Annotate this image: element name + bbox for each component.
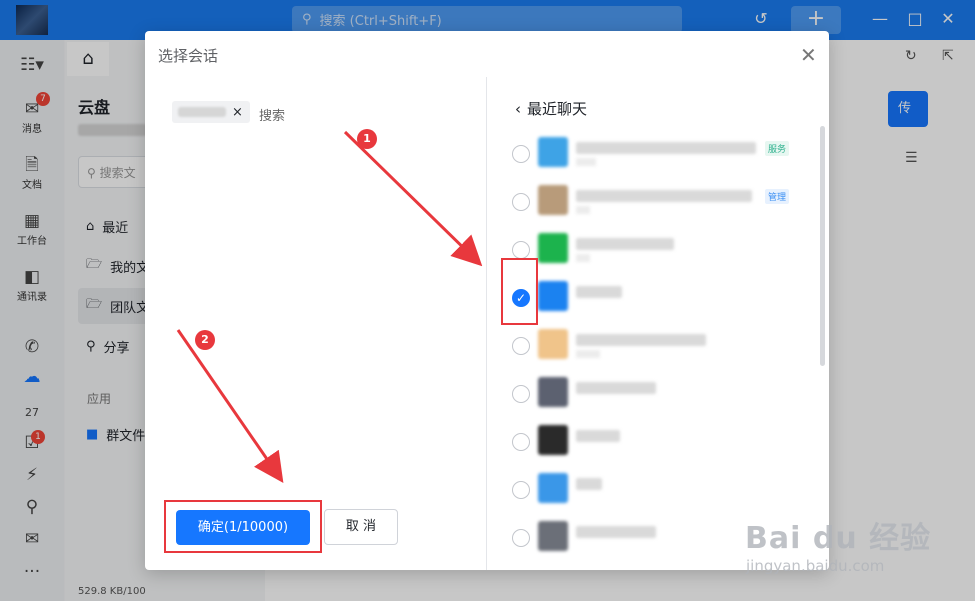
arrow-2 [176,329,284,483]
arrow-1 [343,130,483,267]
annotation-arrows [176,130,483,483]
step-marker-1: 1 [357,129,377,149]
step-marker-2: 2 [195,330,215,350]
baidu-watermark: Bai du 经验 [745,521,932,556]
baidu-watermark-url: jingyan.baidu.com [746,557,885,575]
